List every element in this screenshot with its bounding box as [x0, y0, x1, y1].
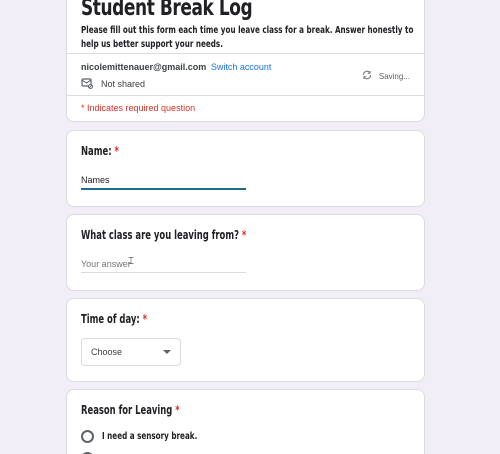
required-note: * Indicates required question — [81, 103, 196, 113]
saving-indicator: Saving... — [361, 69, 410, 83]
select-value: Choose — [91, 347, 123, 357]
account-row: nicolemittenauer@gmail.com Switch accoun… — [81, 62, 271, 72]
radio-option-label: I need a sensory break. — [102, 431, 198, 442]
header-divider — [67, 53, 424, 54]
shared-status-row: Not shared — [81, 77, 145, 91]
question-label: Name: — [81, 144, 112, 158]
account-email: nicolemittenauer@gmail.com — [81, 62, 207, 72]
required-asterisk: * — [241, 228, 247, 242]
question-title-reason: Reason for Leaving * — [81, 403, 180, 417]
form-header-card: Student Break Log Please fill out this f… — [66, 0, 425, 122]
question-title-name: Name: * — [81, 144, 119, 158]
header-divider-2 — [67, 95, 424, 96]
radio-option[interactable]: I need a sensory break. — [81, 430, 221, 443]
name-input[interactable] — [81, 172, 246, 190]
form-title: Student Break Log — [81, 0, 253, 21]
question-card-reason: Reason for Leaving * I need a sensory br… — [66, 389, 425, 454]
dropdown-caret-icon — [163, 350, 171, 354]
form-description: Please fill out this form each time you … — [81, 25, 414, 50]
question-label: What class are you leaving from? — [81, 228, 239, 242]
sync-icon — [361, 69, 373, 83]
question-card-time: Time of day: * Choose — [66, 298, 425, 382]
form-page: Student Break Log Please fill out this f… — [0, 0, 500, 454]
question-label: Reason for Leaving — [81, 403, 173, 417]
question-title-class: What class are you leaving from? * — [81, 228, 246, 242]
required-asterisk: * — [142, 312, 148, 326]
required-asterisk: * — [114, 144, 119, 158]
question-card-name: Name: * — [66, 130, 425, 207]
question-label: Time of day: — [81, 312, 140, 326]
text-cursor-icon: ⌶ — [128, 256, 134, 267]
question-card-class: What class are you leaving from? * ⌶ — [66, 214, 425, 291]
radio-button[interactable] — [81, 430, 94, 443]
saving-status: Saving... — [378, 71, 410, 81]
time-of-day-select[interactable]: Choose — [81, 338, 181, 366]
switch-account-link[interactable]: Switch account — [211, 62, 272, 72]
shared-status: Not shared — [101, 79, 146, 89]
required-asterisk: * — [175, 403, 180, 417]
question-title-time: Time of day: * — [81, 312, 147, 326]
not-shared-icon — [81, 77, 93, 91]
class-input[interactable] — [81, 255, 246, 273]
